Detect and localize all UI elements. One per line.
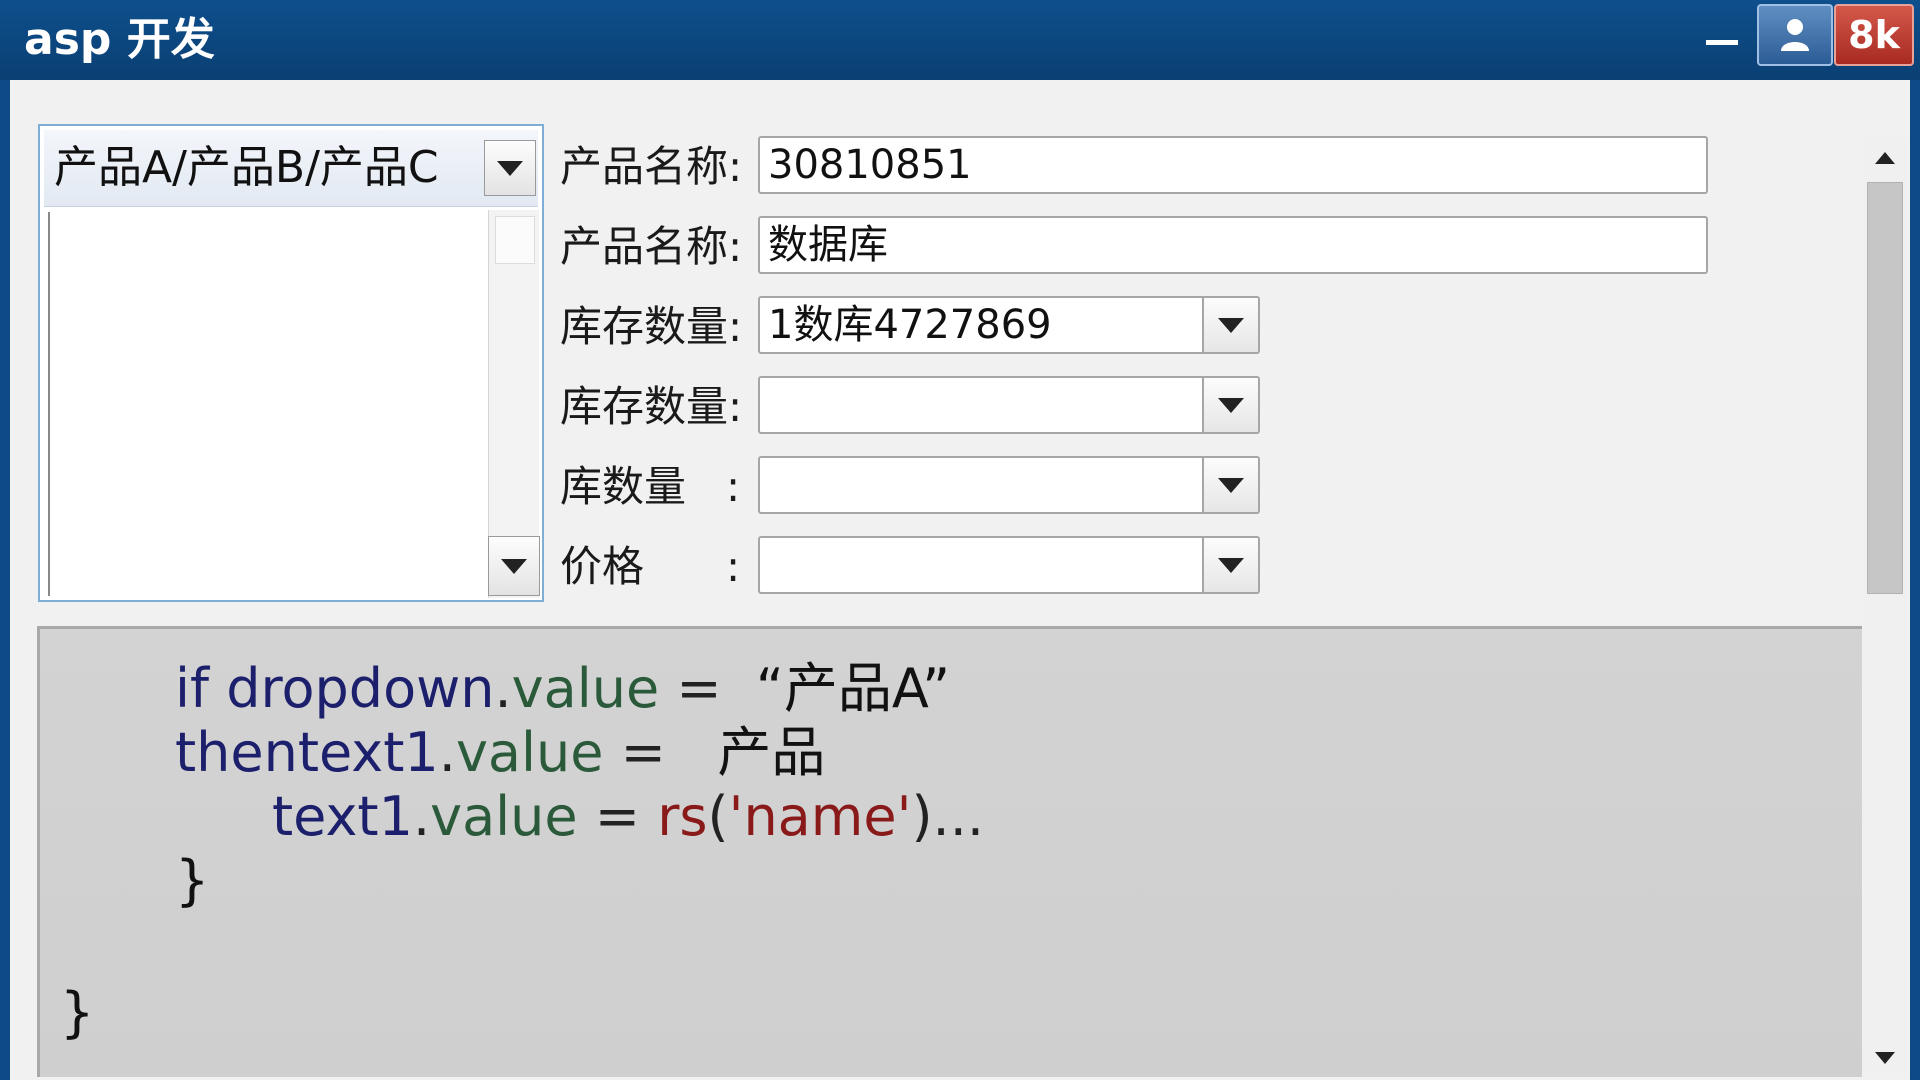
- price-dropdown-button[interactable]: [1202, 538, 1258, 592]
- product-name-field[interactable]: 30810851: [758, 136, 1708, 194]
- price-combo[interactable]: [758, 536, 1260, 594]
- code-operator: =: [603, 721, 666, 784]
- price-label: 价格: [560, 542, 645, 591]
- code-paren: (: [707, 785, 729, 848]
- stock-quantity-combo[interactable]: 1数库4727869: [758, 296, 1260, 354]
- stock-quantity-dropdown-button-2[interactable]: [1202, 378, 1258, 432]
- stock-quantity-label: 库存数量:: [560, 302, 743, 351]
- chevron-down-icon: [497, 161, 523, 176]
- main-scrollbar[interactable]: [1863, 138, 1907, 1074]
- code-operator: =: [577, 785, 658, 848]
- title-bar: asp 开发 8k: [0, 0, 1920, 80]
- user-icon: [1781, 19, 1809, 51]
- product-listbox[interactable]: [48, 212, 490, 596]
- code-identifier: text1: [272, 785, 413, 848]
- chevron-down-icon: [1218, 398, 1244, 413]
- code-string: 'name': [728, 785, 912, 848]
- product-list-selected: 产品A/产品B/产品C: [54, 142, 439, 193]
- code-line-2: thentext1.value = 产品: [175, 721, 825, 785]
- list-dropdown-button[interactable]: [484, 140, 536, 196]
- code-operator: =: [659, 657, 739, 720]
- product-name-label-2: 产品名称:: [560, 222, 743, 271]
- code-string: “产品A”: [755, 657, 951, 720]
- scroll-up-icon[interactable]: [1875, 152, 1895, 164]
- main-scroll-thumb[interactable]: [1867, 182, 1903, 594]
- chevron-down-icon: [1218, 558, 1244, 573]
- code-dot: .: [412, 785, 431, 848]
- chevron-down-icon: [1218, 318, 1244, 333]
- product-name-label: 产品名称:: [560, 142, 743, 191]
- chevron-down-icon: [501, 559, 527, 574]
- list-scroll-thumb[interactable]: [495, 216, 535, 264]
- code-keyword: thentext1: [175, 721, 439, 784]
- minimize-icon: [1706, 40, 1738, 45]
- code-identifier: dropdown: [226, 657, 495, 720]
- stock-quantity-value: 1数库4727869: [768, 302, 1052, 348]
- code-dot: .: [494, 657, 512, 720]
- code-text: 产品: [717, 721, 826, 784]
- chevron-down-icon: [1218, 478, 1244, 493]
- stock-quantity-label-2: 库存数量:: [560, 382, 743, 431]
- user-button[interactable]: [1757, 4, 1833, 66]
- quality-button[interactable]: 8k: [1834, 4, 1914, 66]
- code-line-1: if dropdown.value = “产品A”: [175, 657, 950, 721]
- code-dot: .: [438, 721, 456, 784]
- stock-quantity-dropdown-button[interactable]: [1202, 298, 1258, 352]
- inventory-colon: :: [726, 462, 741, 511]
- code-property: value: [430, 785, 578, 848]
- code-keyword: if: [175, 657, 210, 720]
- client-area: 产品A/产品B/产品C 产品名称: 30810851 产品名称: 数据库 库存数…: [10, 80, 1910, 1080]
- code-brace: }: [175, 849, 210, 912]
- list-scroll-down-button[interactable]: [488, 536, 540, 596]
- price-colon: :: [726, 542, 741, 591]
- scroll-down-icon[interactable]: [1875, 1052, 1895, 1064]
- inventory-combo[interactable]: [758, 456, 1260, 514]
- product-name-field-2[interactable]: 数据库: [758, 216, 1708, 274]
- code-property: value: [511, 657, 660, 720]
- product-list-panel: 产品A/产品B/产品C: [38, 124, 544, 602]
- inventory-dropdown-button[interactable]: [1202, 458, 1258, 512]
- code-brace: }: [60, 981, 95, 1044]
- inventory-label: 库数量: [560, 462, 687, 511]
- list-scrollbar[interactable]: [488, 210, 540, 598]
- window-title: asp 开发: [24, 14, 215, 65]
- code-line-4: }: [175, 849, 209, 913]
- minimize-button[interactable]: [1692, 6, 1752, 70]
- code-line-5: }: [60, 981, 94, 1045]
- stock-quantity-combo-2[interactable]: [758, 376, 1260, 434]
- product-list-dropdown[interactable]: 产品A/产品B/产品C: [44, 130, 538, 207]
- code-ellipsis: ...: [932, 785, 985, 848]
- code-line-3: text1.value = rs('name')...: [272, 785, 984, 849]
- code-panel: if dropdown.value = “产品A” thentext1.valu…: [37, 626, 1862, 1077]
- code-function: rs: [657, 785, 708, 848]
- code-property: value: [455, 721, 604, 784]
- code-paren: ): [911, 785, 933, 848]
